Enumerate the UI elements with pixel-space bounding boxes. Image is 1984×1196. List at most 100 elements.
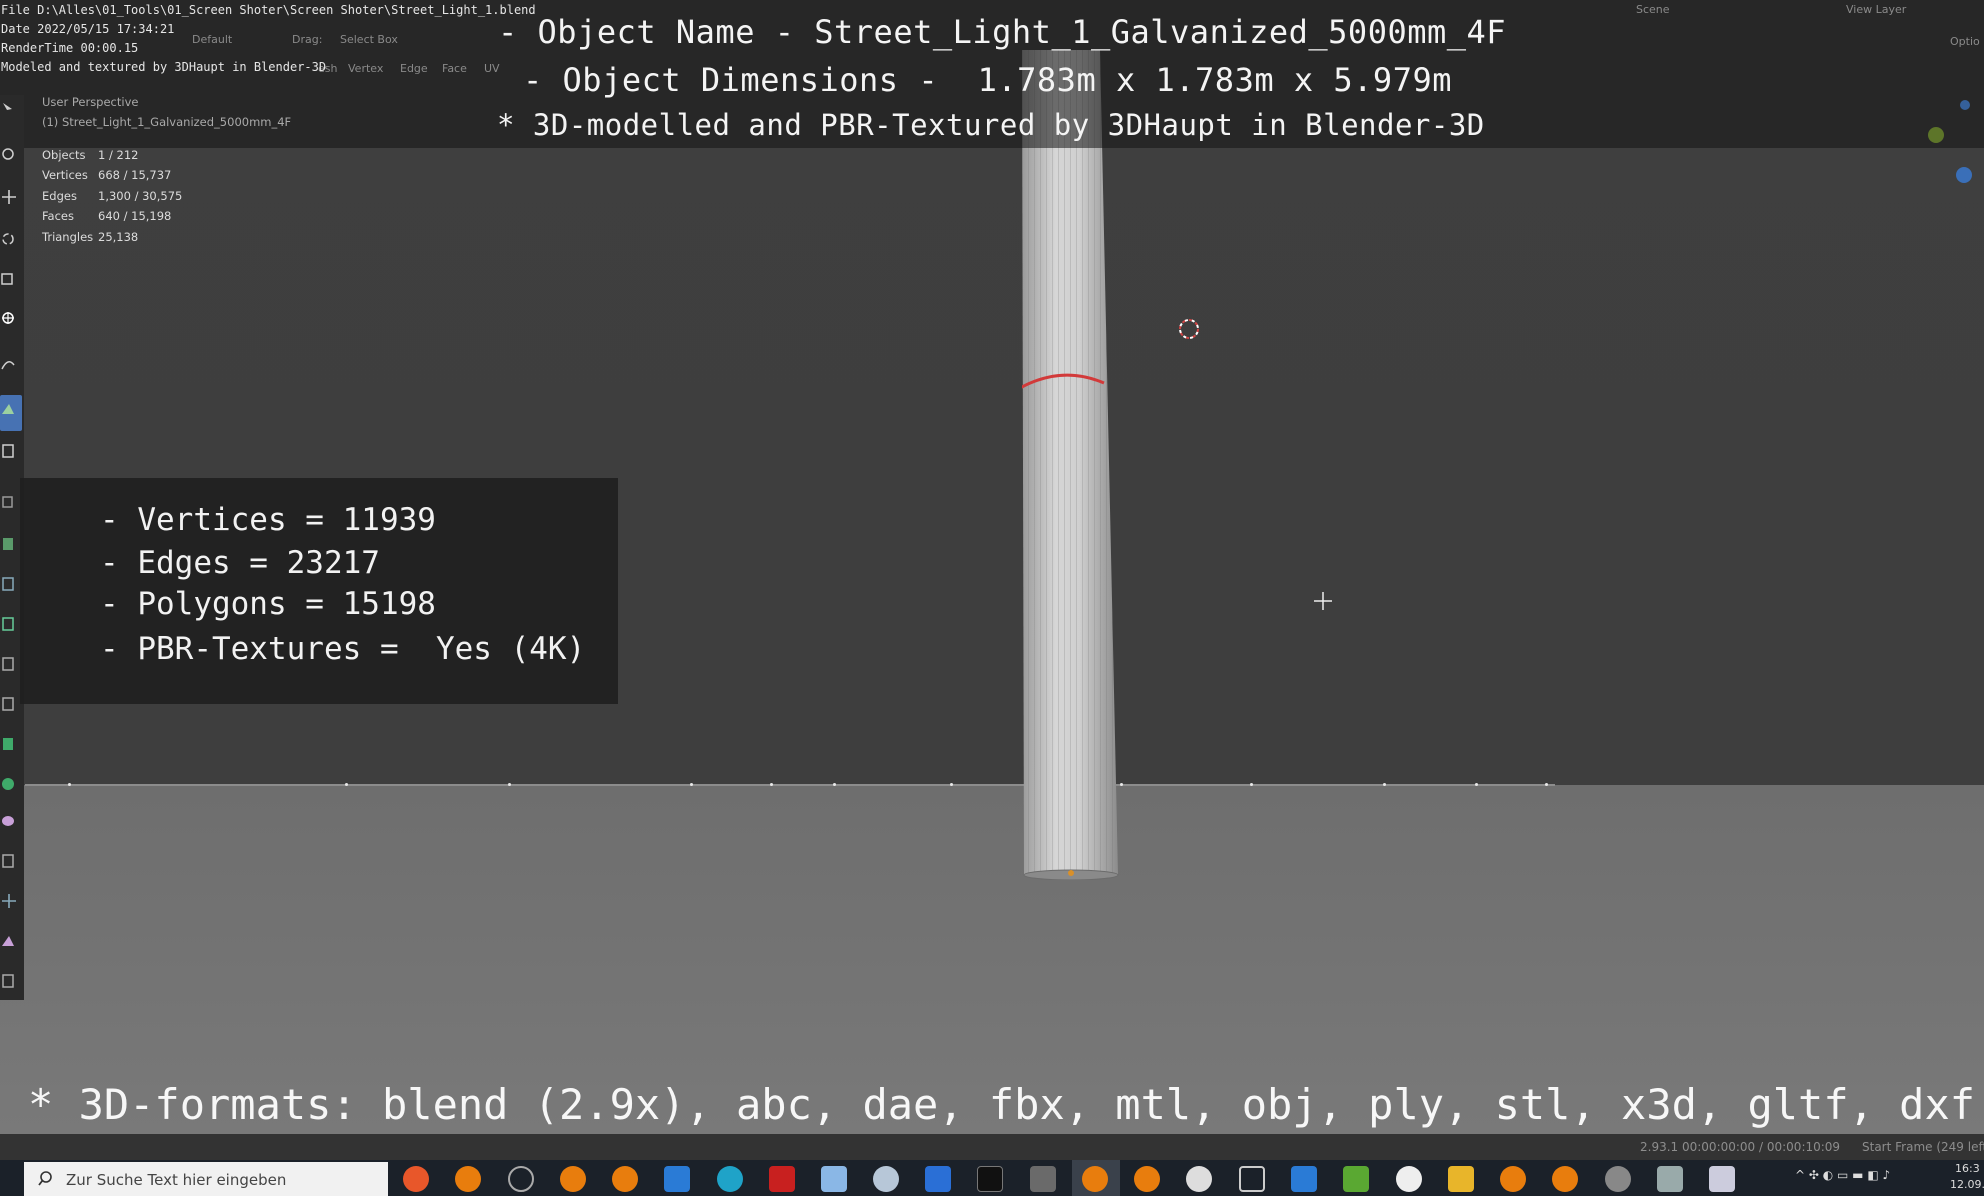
object-name-title: - Object Name - Street_Light_1_Galvanize… xyxy=(498,13,1507,51)
select-tool-icon[interactable] xyxy=(0,100,18,118)
info-edges: - Edges = 23217 xyxy=(100,545,380,581)
gizmo-y-axis-icon[interactable] xyxy=(1928,127,1944,143)
blender-icon[interactable] xyxy=(1082,1166,1108,1192)
scene-selector[interactable]: Scene xyxy=(1636,3,1670,16)
menu-edge[interactable]: Edge xyxy=(400,62,428,75)
aperture-app-icon[interactable] xyxy=(508,1166,534,1192)
grid-dot xyxy=(833,783,836,786)
blender-icon[interactable] xyxy=(1134,1166,1160,1192)
brain-app-icon[interactable] xyxy=(873,1166,899,1192)
spin-tool-icon[interactable] xyxy=(0,735,18,753)
system-tray-icons[interactable]: ^ ✣ ◐ ▭ ▬ ◧ ♪ xyxy=(1795,1168,1890,1182)
mouse-crosshair-icon xyxy=(1314,592,1332,610)
street-light-pole[interactable] xyxy=(1022,50,1122,880)
file-explorer-icon[interactable] xyxy=(1448,1166,1474,1192)
blender-icon[interactable] xyxy=(560,1166,586,1192)
view-layer-selector[interactable]: View Layer xyxy=(1846,3,1906,16)
3d-cursor-icon[interactable] xyxy=(1177,317,1201,341)
drag-label: Drag: xyxy=(292,33,323,46)
grid-dot xyxy=(1250,783,1253,786)
orientation-dropdown[interactable]: Default xyxy=(192,33,232,46)
clock-time[interactable]: 16:3 xyxy=(1955,1162,1980,1175)
grid-dot xyxy=(690,783,693,786)
menu-face[interactable]: Face xyxy=(442,62,467,75)
grid-dot xyxy=(68,783,71,786)
edge-browser-icon[interactable] xyxy=(717,1166,743,1192)
grid-dot xyxy=(508,783,511,786)
grid-dot xyxy=(1545,783,1548,786)
blender-icon[interactable] xyxy=(455,1166,481,1192)
edge-slide-tool-icon[interactable] xyxy=(0,932,18,950)
menu-uv[interactable]: UV xyxy=(484,62,500,75)
screenshot-app-icon[interactable] xyxy=(1709,1166,1735,1192)
inset-tool-icon[interactable] xyxy=(0,535,18,553)
clock-date[interactable]: 12.09. xyxy=(1950,1178,1984,1191)
bevel-tool-icon[interactable] xyxy=(0,575,18,593)
stat-label: Edges xyxy=(42,189,77,203)
calendar-icon[interactable] xyxy=(1291,1166,1317,1192)
taskbar-search-box[interactable]: Zur Suche Text hier eingeben xyxy=(24,1162,388,1196)
gizmo-z-axis-icon[interactable] xyxy=(1956,167,1972,183)
network-app-icon[interactable] xyxy=(1657,1166,1683,1192)
blender-icon[interactable] xyxy=(612,1166,638,1192)
grid-dot xyxy=(1383,783,1386,786)
add-cube-tool-icon[interactable] xyxy=(0,442,18,460)
search-icon xyxy=(38,1171,52,1186)
drag-select-dropdown[interactable]: Select Box xyxy=(340,33,398,46)
info-vertices: - Vertices = 11939 xyxy=(100,502,436,538)
terminal-icon[interactable] xyxy=(977,1166,1003,1192)
blender-icon[interactable] xyxy=(1552,1166,1578,1192)
search-placeholder: Zur Suche Text hier eingeben xyxy=(66,1171,287,1189)
notepad-icon[interactable] xyxy=(821,1166,847,1192)
vertex-slide-tool-icon[interactable] xyxy=(0,972,18,990)
smooth-tool-icon[interactable] xyxy=(0,775,18,793)
extrude-tool-icon[interactable] xyxy=(0,492,18,510)
settings-gear-icon[interactable] xyxy=(1605,1166,1631,1192)
options-menu[interactable]: Optio xyxy=(1950,35,1980,48)
blue-app-icon[interactable] xyxy=(925,1166,951,1192)
shrink-tool-icon[interactable] xyxy=(0,812,18,830)
move-tool-icon[interactable] xyxy=(0,188,18,206)
version-time-readout: 2.93.1 00:00:00:00 / 00:00:10:09 xyxy=(1640,1140,1841,1154)
stat-value: 640 / 15,198 xyxy=(98,209,172,223)
menu-vertex[interactable]: Vertex xyxy=(348,62,383,75)
panda-app-icon[interactable] xyxy=(1186,1166,1212,1192)
modeled-by-line: Modeled and textured by 3DHaupt in Blend… xyxy=(1,60,327,74)
cursor-tool-icon[interactable] xyxy=(0,145,18,163)
scale-tool-icon[interactable] xyxy=(0,270,18,288)
obs-icon[interactable] xyxy=(1396,1166,1422,1192)
mail-icon[interactable] xyxy=(664,1166,690,1192)
stat-value: 1,300 / 30,575 xyxy=(98,189,183,203)
grid-dot xyxy=(950,783,953,786)
measure-tool-icon[interactable] xyxy=(0,400,18,418)
file-path-line: File D:\Alles\01_Tools\01_Screen Shoter\… xyxy=(1,3,536,17)
red-app-icon[interactable] xyxy=(769,1166,795,1192)
grid-dot xyxy=(345,783,348,786)
grid-dot xyxy=(1475,783,1478,786)
status-bar: 2.93.1 00:00:00:00 / 00:00:10:09 Start F… xyxy=(0,1134,1984,1160)
loop-cut-tool-icon[interactable] xyxy=(0,615,18,633)
rip-tool-icon[interactable] xyxy=(0,892,18,910)
rotate-tool-icon[interactable] xyxy=(0,230,18,248)
windows-taskbar: Zur Suche Text hier eingeben ^ ✣ ◐ ▭ ▬ ◧… xyxy=(0,1160,1984,1196)
info-textures: - PBR-Textures = Yes (4K) xyxy=(100,631,586,667)
shear-tool-icon[interactable] xyxy=(0,852,18,870)
render-time-line: RenderTime 00:00.15 xyxy=(1,41,139,55)
blender-icon[interactable] xyxy=(1500,1166,1526,1192)
info-polygons: - Polygons = 15198 xyxy=(100,586,436,622)
annotate-tool-icon[interactable] xyxy=(0,355,18,373)
stat-label: Objects xyxy=(42,148,86,162)
poly-build-tool-icon[interactable] xyxy=(0,695,18,713)
transform-tool-icon[interactable] xyxy=(0,309,18,327)
firefox-icon[interactable] xyxy=(403,1166,429,1192)
gizmo-x-axis-icon[interactable] xyxy=(1960,100,1970,110)
cube-app-icon[interactable] xyxy=(1239,1166,1265,1192)
formats-line: * 3D-formats: blend (2.9x), abc, dae, fb… xyxy=(28,1080,1976,1129)
grid-dot xyxy=(770,783,773,786)
plane-app-icon[interactable] xyxy=(1030,1166,1056,1192)
stat-value: 25,138 xyxy=(98,230,139,244)
mesh-info-box: - Vertices = 11939 - Edges = 23217 - Pol… xyxy=(20,478,618,704)
nvidia-icon[interactable] xyxy=(1343,1166,1369,1192)
object-dimensions-title: - Object Dimensions - 1.783m x 1.783m x … xyxy=(523,61,1452,99)
knife-tool-icon[interactable] xyxy=(0,655,18,673)
